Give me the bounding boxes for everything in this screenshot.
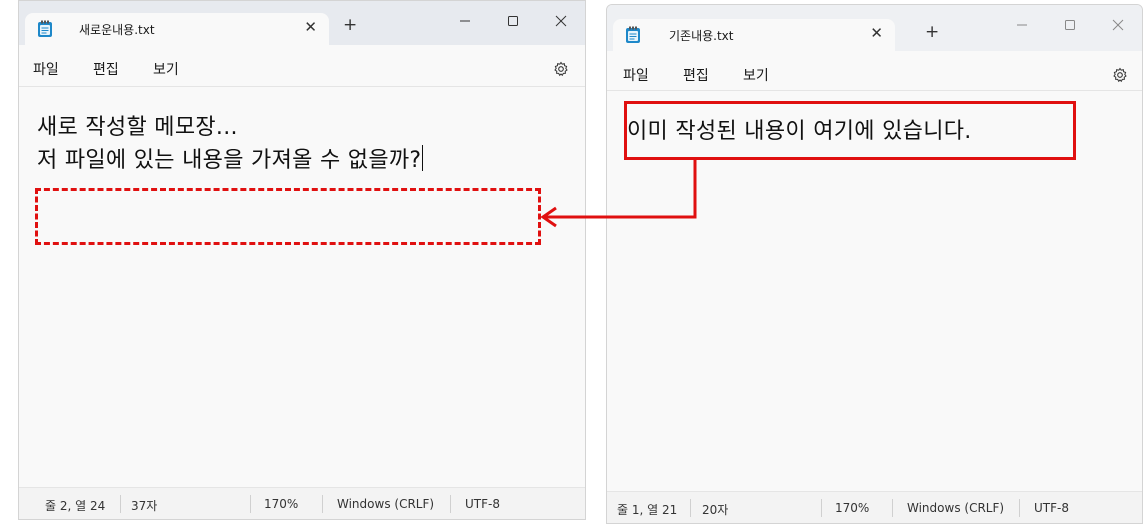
status-bar: 줄 1, 열 21 20자 170% Windows (CRLF) UTF-8 [607, 491, 1142, 523]
menu-file[interactable]: 파일 [33, 59, 59, 79]
notepad-icon [626, 26, 640, 43]
tab-existing-content[interactable]: 기존내용.txt ✕ [613, 19, 895, 51]
window-controls [998, 5, 1142, 45]
status-separator [120, 495, 121, 513]
editor-line-2: 저 파일에 있는 내용을 가져올 수 없을까? [37, 142, 424, 174]
status-encoding: UTF-8 [1034, 501, 1069, 515]
menu-bar: 파일 편집 보기 [607, 51, 1142, 91]
status-separator [690, 499, 691, 517]
window-controls [441, 1, 585, 41]
status-position: 줄 2, 열 24 [45, 499, 106, 513]
status-position: 줄 1, 열 21 [617, 503, 678, 517]
status-char-count: 37자 [131, 499, 158, 513]
target-area-highlight [35, 188, 541, 245]
close-icon[interactable] [537, 1, 585, 41]
editor-line-1: 새로 작성할 메모장... [37, 115, 238, 140]
close-icon[interactable] [1094, 5, 1142, 45]
status-zoom[interactable]: 170% [835, 501, 869, 515]
status-separator [821, 499, 822, 517]
tab-title: 기존내용.txt [669, 29, 734, 43]
maximize-icon[interactable] [489, 1, 537, 41]
tab-title: 새로운내용.txt [79, 23, 155, 37]
minimize-icon[interactable] [441, 1, 489, 41]
status-separator [322, 495, 323, 513]
editor-line-2-text: 저 파일에 있는 내용을 가져올 수 없을까? [37, 148, 422, 173]
notepad-window-left: 새로운내용.txt ✕ + 파일 편집 보기 새로 작성할 메모장... 저 파… [18, 0, 586, 520]
menu-file[interactable]: 파일 [623, 65, 649, 85]
title-bar[interactable]: 기존내용.txt ✕ + [607, 5, 1142, 51]
menu-view[interactable]: 보기 [743, 65, 769, 85]
status-separator [450, 495, 451, 513]
tab-new-content[interactable]: 새로운내용.txt ✕ [25, 13, 329, 45]
maximize-icon[interactable] [1046, 5, 1094, 45]
notepad-window-right: 기존내용.txt ✕ + 파일 편집 보기 이미 작성된 내용이 여기에 있습니… [606, 4, 1143, 524]
menu-view[interactable]: 보기 [153, 59, 179, 79]
status-bar: 줄 2, 열 24 37자 170% Windows (CRLF) UTF-8 [19, 487, 585, 519]
status-line-ending: Windows (CRLF) [337, 497, 435, 511]
close-icon[interactable]: ✕ [870, 24, 883, 42]
source-text-highlight [624, 101, 1076, 160]
status-separator [892, 499, 893, 517]
plus-icon[interactable]: + [343, 15, 357, 35]
gear-icon[interactable] [553, 61, 569, 77]
status-char-count: 20자 [702, 503, 729, 517]
plus-icon[interactable]: + [925, 22, 939, 42]
status-zoom[interactable]: 170% [264, 497, 298, 511]
gear-icon[interactable] [1112, 67, 1128, 83]
text-editor[interactable]: 새로 작성할 메모장... 저 파일에 있는 내용을 가져올 수 없을까? [19, 87, 585, 487]
status-separator [1019, 499, 1020, 517]
menu-edit[interactable]: 편집 [93, 59, 119, 79]
status-line-ending: Windows (CRLF) [907, 501, 1005, 515]
text-caret [422, 145, 424, 171]
close-icon[interactable]: ✕ [304, 18, 317, 36]
title-bar[interactable]: 새로운내용.txt ✕ + [19, 1, 585, 45]
menu-edit[interactable]: 편집 [683, 65, 709, 85]
minimize-icon[interactable] [998, 5, 1046, 45]
status-encoding: UTF-8 [465, 497, 500, 511]
notepad-icon [38, 20, 52, 37]
status-separator [250, 495, 251, 513]
menu-bar: 파일 편집 보기 [19, 45, 585, 87]
